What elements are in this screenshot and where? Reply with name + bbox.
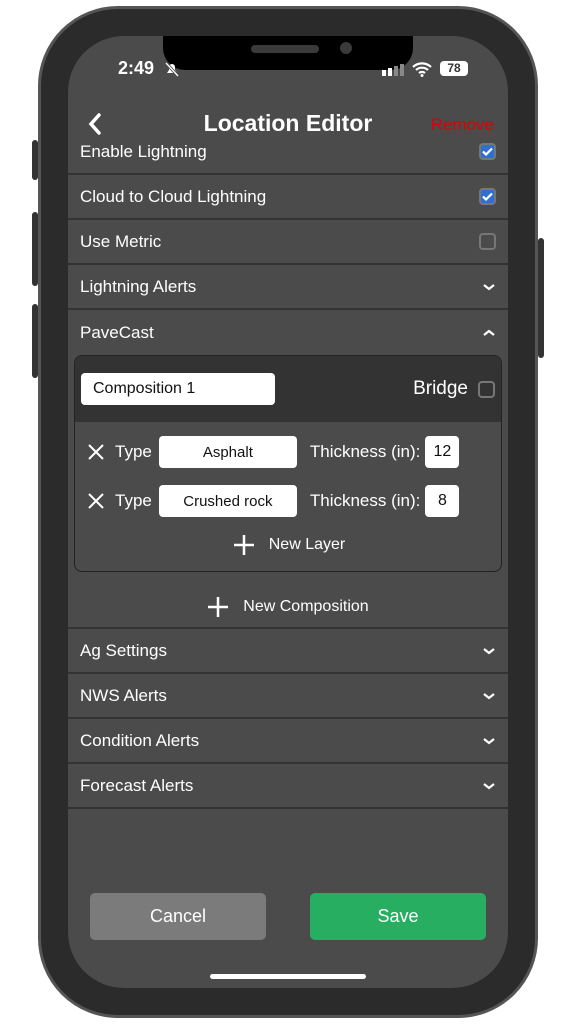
thickness-label: Thickness (in):: [309, 442, 421, 461]
thickness-input[interactable]: 12: [425, 436, 460, 468]
row-label: PaveCast: [80, 322, 154, 342]
use-metric-checkbox[interactable]: [479, 233, 496, 250]
layer-row: Type Crushed rock Thickness (in): 8: [87, 485, 460, 517]
row-use-metric[interactable]: Use Metric: [68, 220, 508, 265]
row-label: NWS Alerts: [80, 685, 167, 705]
screen: 2:49 78 Location Editor Remove Enable Li…: [68, 36, 508, 988]
chevron-up-icon: [483, 329, 495, 336]
row-enable-lightning[interactable]: Enable Lightning: [68, 130, 508, 175]
enable-lightning-checkbox[interactable]: [479, 143, 496, 160]
type-label: Type: [115, 491, 152, 510]
remove-layer-icon[interactable]: [87, 443, 105, 461]
cancel-button[interactable]: Cancel: [90, 893, 266, 940]
row-label: Forecast Alerts: [80, 775, 194, 795]
row-forecast-alerts[interactable]: Forecast Alerts: [68, 764, 508, 809]
type-label: Type: [115, 442, 152, 461]
battery-indicator: 78: [440, 61, 468, 76]
bridge-checkbox[interactable]: [478, 380, 495, 398]
status-time: 2:49: [118, 58, 155, 78]
layer-row: Type Asphalt Thickness (in): 12: [87, 436, 460, 468]
volume-down: [32, 304, 38, 378]
row-label: Use Metric: [80, 231, 162, 251]
row-ag-settings[interactable]: Ag Settings: [68, 629, 508, 674]
chevron-down-icon: [483, 782, 495, 789]
save-button[interactable]: Save: [310, 893, 486, 940]
composition-name-input[interactable]: Composition 1: [81, 373, 275, 405]
mute-switch: [32, 140, 38, 180]
new-composition-button[interactable]: New Composition: [68, 596, 508, 618]
cloud-to-cloud-checkbox[interactable]: [479, 188, 496, 205]
row-label: Cloud to Cloud Lightning: [80, 186, 267, 206]
row-label: Lightning Alerts: [80, 276, 197, 296]
new-layer-button[interactable]: New Layer: [75, 534, 501, 556]
notch: [163, 36, 413, 70]
thickness-label: Thickness (in):: [309, 491, 421, 510]
layer-type-select[interactable]: Crushed rock: [158, 485, 297, 517]
bridge-label: Bridge: [413, 378, 468, 399]
chevron-down-icon: [483, 283, 495, 290]
plus-icon: [233, 535, 254, 555]
bell-slash-icon: [164, 61, 180, 77]
remove-layer-icon[interactable]: [87, 492, 105, 510]
row-label: Enable Lightning: [80, 141, 207, 161]
thickness-input[interactable]: 8: [425, 485, 460, 517]
chevron-down-icon: [483, 692, 495, 699]
new-composition-label: New Composition: [243, 598, 369, 615]
wifi-icon: [412, 62, 432, 77]
row-pavecast[interactable]: PaveCast: [68, 310, 508, 355]
new-layer-label: New Layer: [268, 536, 346, 553]
row-condition-alerts[interactable]: Condition Alerts: [68, 719, 508, 764]
composition-card: Composition 1 Bridge Type Asphalt Thickn…: [74, 355, 502, 572]
chevron-down-icon: [483, 647, 495, 654]
row-label: Ag Settings: [80, 640, 167, 660]
row-nws-alerts[interactable]: NWS Alerts: [68, 674, 508, 719]
power-button: [538, 238, 544, 358]
row-label: Condition Alerts: [80, 730, 200, 750]
plus-icon: [208, 597, 229, 617]
home-indicator[interactable]: [210, 974, 366, 979]
row-lightning-alerts[interactable]: Lightning Alerts: [68, 265, 508, 310]
chevron-down-icon: [483, 737, 495, 744]
volume-up: [32, 212, 38, 286]
signal-icon: [382, 64, 404, 76]
row-cloud-to-cloud[interactable]: Cloud to Cloud Lightning: [68, 175, 508, 220]
layer-type-select[interactable]: Asphalt: [158, 436, 297, 468]
